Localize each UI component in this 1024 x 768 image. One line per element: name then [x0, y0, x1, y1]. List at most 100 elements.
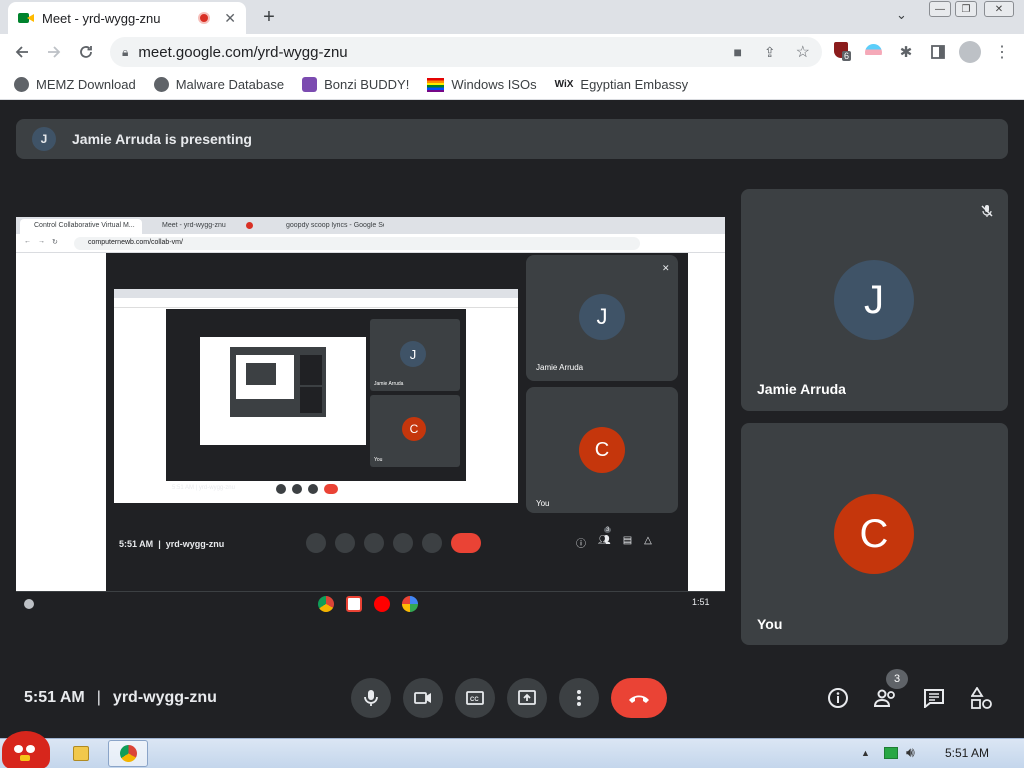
bookmarks-bar: MEMZ Download Malware Database Bonzi BUD…: [0, 70, 1024, 100]
activities-icon: △: [644, 535, 652, 546]
meeting-time: 5:51 AM: [24, 689, 85, 706]
chrome-icon: [119, 745, 137, 762]
windows-taskbar: ▲ 🔊︎ 5:51 AM: [0, 731, 1024, 768]
recording-icon: [246, 222, 253, 229]
network-icon[interactable]: [884, 747, 898, 759]
menu-kebab-icon[interactable]: ⋮: [990, 40, 1014, 64]
chevron-down-icon[interactable]: ⌄: [896, 7, 907, 23]
inner-controls: [306, 533, 516, 553]
share-icon[interactable]: ⇪: [764, 44, 776, 61]
inner-toolbar: ← → ↻ computernewb.com/collab-vm/: [16, 234, 725, 253]
start-button-angry-bird-icon[interactable]: [2, 731, 50, 768]
inner-tile-you: C You: [526, 387, 678, 513]
info-icon[interactable]: [822, 682, 854, 714]
browser-toolbar: 🔒︎ meet.google.com/yrd-wygg-znu ■ ⇪ ☆ 6 …: [0, 34, 1024, 70]
bookmark-malware-database[interactable]: Malware Database: [153, 77, 284, 92]
chat-icon: ▤: [622, 535, 633, 546]
chat-icon[interactable]: [918, 682, 950, 714]
show-hidden-icons-icon[interactable]: ▲: [861, 748, 870, 758]
forward-arrow-icon[interactable]: [42, 40, 66, 64]
inner-shelf: 1:51: [16, 591, 725, 615]
inner-right-icons: ⓘ 👥︎ 3 ▤ △: [576, 527, 686, 551]
avatar-j: J: [834, 260, 914, 340]
launcher-icon: [24, 599, 34, 609]
back-arrow-icon: ←: [24, 238, 31, 245]
rainbow-flag-icon: [427, 77, 445, 92]
avatar-c: C: [834, 494, 914, 574]
chrome-icon: [318, 596, 334, 612]
tile-you[interactable]: C You: [741, 423, 1008, 645]
tile-jamie-arruda[interactable]: J Jamie Arruda: [741, 189, 1008, 411]
reload-icon[interactable]: [74, 40, 98, 64]
tab-strip: Meet - yrd-wygg-znu ✕ + ⌄ — ❐ ✕: [0, 0, 1024, 34]
youtube-icon: [374, 596, 390, 612]
address-bar[interactable]: 🔒︎ meet.google.com/yrd-wygg-znu ■ ⇪ ☆: [110, 37, 822, 67]
bookmark-egyptian-embassy[interactable]: WiX Egyptian Embassy: [555, 77, 688, 92]
participant-name: You: [757, 616, 783, 632]
restore-button[interactable]: ❐: [955, 1, 977, 17]
side-panel-icon[interactable]: [926, 40, 950, 64]
close-window-button[interactable]: ✕: [984, 1, 1014, 17]
profile-flag-icon[interactable]: [865, 44, 882, 61]
mic-off-icon: ✕: [662, 263, 670, 273]
address-url: meet.google.com/yrd-wygg-znu: [138, 43, 348, 61]
people-icon: 👥︎ 3: [598, 527, 612, 546]
mic-off-icon: [976, 200, 998, 222]
people-count-badge: 3: [886, 669, 908, 689]
photos-icon: [402, 596, 418, 612]
inner-address: computernewb.com/collab-vm/: [74, 237, 640, 250]
wix-icon: WiX: [554, 79, 574, 90]
new-tab-button[interactable]: +: [256, 5, 282, 29]
inner-tile-jamie: ✕ J Jamie Arruda: [526, 255, 678, 381]
inner-avatar-j: J: [579, 294, 625, 340]
inner-tab: Control Collaborative Virtual M...: [20, 219, 142, 234]
meet-main: J Jamie Arruda is presenting Control Col…: [0, 100, 1024, 738]
camera-icon[interactable]: ■: [733, 44, 741, 60]
inner-avatar-c: C: [579, 427, 625, 473]
bookmark-star-icon[interactable]: ☆: [796, 42, 810, 62]
captions-button[interactable]: CC: [455, 678, 495, 718]
tab-title: Meet - yrd-wygg-znu: [42, 10, 161, 26]
separator: |: [96, 689, 101, 706]
browser-tab[interactable]: Meet - yrd-wygg-znu ✕: [8, 2, 246, 34]
shelf-apps: [318, 596, 418, 612]
minimize-button[interactable]: —: [929, 1, 951, 17]
presenting-text: Jamie Arruda is presenting: [72, 131, 252, 147]
nested-tile-j: J Jamie Arruda: [370, 319, 460, 391]
bonzi-icon: [302, 77, 318, 92]
bookmark-bonzi-buddy[interactable]: Bonzi BUDDY!: [302, 77, 409, 92]
bookmark-memz-download[interactable]: MEMZ Download: [14, 77, 136, 92]
lock-icon: 🔒︎: [122, 44, 129, 59]
taskbar-chrome-button[interactable]: [108, 740, 148, 767]
globe-icon: [153, 77, 169, 92]
presentation-screen[interactable]: Control Collaborative Virtual M... Meet …: [16, 217, 725, 591]
meeting-code: yrd-wygg-znu: [112, 689, 217, 706]
inner-tab: goopdy scoop lyrics - Google Se...: [286, 222, 384, 229]
present-button[interactable]: [507, 678, 547, 718]
svg-text:CC: CC: [470, 697, 479, 703]
gmail-icon: [346, 596, 362, 612]
meet-logo-icon: [18, 11, 34, 25]
presenter-avatar: J: [32, 127, 56, 151]
activities-icon[interactable]: [966, 682, 998, 714]
nested-presentation: J Jamie Arruda C You 5:51 AM | yrd-wygg-…: [114, 289, 518, 503]
presenting-banner: J Jamie Arruda is presenting: [16, 119, 1008, 159]
microphone-button[interactable]: [351, 678, 391, 718]
profile-avatar-icon[interactable]: [959, 41, 981, 63]
meeting-details: 5:51 AM | yrd-wygg-znu: [24, 689, 217, 707]
more-options-button[interactable]: [559, 678, 599, 718]
inner-meet: J Jamie Arruda C You 5:51 AM | yrd-wygg-…: [106, 253, 688, 591]
nested-tile-c: C You: [370, 395, 460, 467]
extension-shield-icon[interactable]: 6: [834, 42, 852, 62]
explorer-icon[interactable]: [73, 746, 89, 761]
camera-button[interactable]: [403, 678, 443, 718]
forward-arrow-icon: →: [38, 238, 45, 245]
extensions-puzzle-icon[interactable]: ✱: [894, 40, 918, 64]
inner-meeting-details: 5:51 AM | yrd-wygg-znu: [119, 539, 225, 549]
bookmark-windows-isos[interactable]: Windows ISOs: [427, 77, 537, 92]
leave-call-button[interactable]: [611, 678, 667, 718]
close-tab-icon[interactable]: ✕: [224, 10, 236, 27]
clock[interactable]: 5:51 AM: [945, 746, 989, 760]
volume-icon[interactable]: 🔊︎: [906, 744, 915, 761]
back-arrow-icon[interactable]: [10, 40, 34, 64]
